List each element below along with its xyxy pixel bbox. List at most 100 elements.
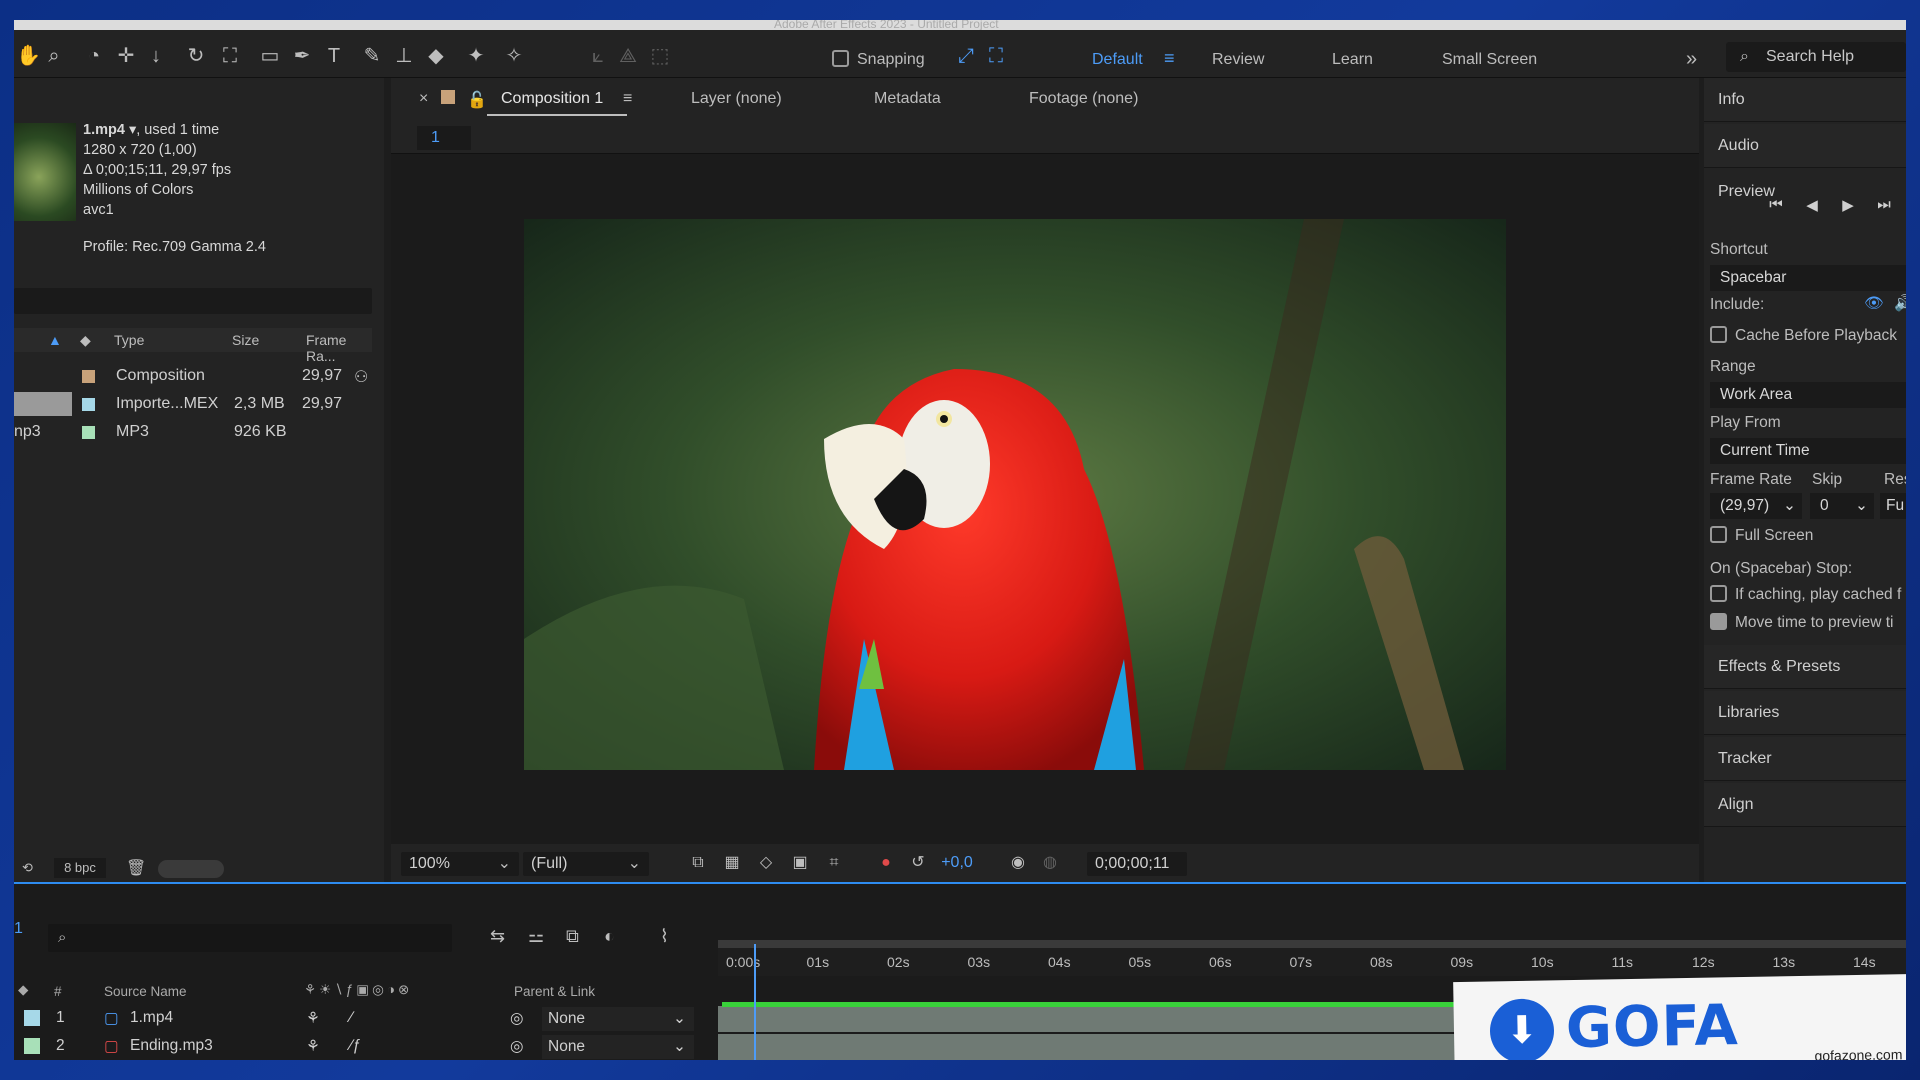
snapshot-icon[interactable]: ◉ <box>1007 852 1029 874</box>
label-swatch[interactable] <box>82 398 95 411</box>
tab-layer[interactable]: Layer (none) <box>691 90 782 108</box>
search-help-field[interactable]: ⌕ Search Help <box>1726 42 1906 72</box>
workspace-review[interactable]: Review <box>1212 51 1264 69</box>
axis-local-icon[interactable]: ⟀ <box>586 44 610 68</box>
previous-frame-icon[interactable]: ◀ <box>1802 196 1822 216</box>
play-icon[interactable]: ▶ <box>1838 196 1858 216</box>
snap-features-icon[interactable]: ⛶ <box>984 44 1008 68</box>
project-item-row[interactable]: np3 MP3 926 KB <box>14 418 364 446</box>
label-swatch[interactable] <box>24 1010 40 1026</box>
shy-switch-icon[interactable]: ⚘ <box>306 1037 320 1056</box>
time-ruler[interactable]: 0:00s 01s 02s 03s 04s 05s 06s 07s 08s 09s 10s 11s 12… <box>718 940 1906 976</box>
next-frame-icon[interactable]: ⏭ <box>1874 196 1894 216</box>
project-search-input[interactable] <box>14 288 372 314</box>
shy-layers-icon[interactable]: ⧉ <box>566 926 579 947</box>
draft-3d-icon[interactable]: ⚍ <box>528 926 544 947</box>
info-panel-header[interactable]: Info <box>1704 78 1906 122</box>
frame-blending-icon[interactable]: ◐ <box>604 926 615 947</box>
anchor-tool-icon[interactable]: ⛶ <box>218 44 242 68</box>
pen-tool-icon[interactable]: ✒ <box>290 44 314 68</box>
shy-switch-icon[interactable]: ⚘ <box>306 1009 320 1028</box>
grid-guides-icon[interactable]: ⌗ <box>823 852 845 874</box>
libraries-header[interactable]: Libraries <box>1704 691 1906 735</box>
current-timecode[interactable]: 0;00;00;11 <box>1087 852 1187 876</box>
quality-switch-icon[interactable]: ∕ƒ <box>350 1037 361 1055</box>
rectangle-tool-icon[interactable]: ▭ <box>258 44 282 68</box>
column-type[interactable]: Type <box>114 332 144 348</box>
exposure-value[interactable]: +0,0 <box>937 852 977 874</box>
pan-tool-icon[interactable]: ✛ <box>114 44 138 68</box>
audio-panel-header[interactable]: Audio <box>1704 124 1906 168</box>
if-caching-checkbox[interactable] <box>1710 585 1727 602</box>
playhead[interactable] <box>754 944 756 1060</box>
label-tag-icon[interactable]: ◆ <box>18 982 28 998</box>
move-time-option[interactable]: Move time to preview ti <box>1710 613 1894 632</box>
pick-whip-icon[interactable]: ◎ <box>510 1009 524 1028</box>
clone-stamp-tool-icon[interactable]: ⊥ <box>392 44 416 68</box>
zoom-select[interactable]: 100% ⌄ <box>401 852 519 876</box>
region-of-interest-icon[interactable]: ▣ <box>789 852 811 874</box>
tracker-header[interactable]: Tracker <box>1704 737 1906 781</box>
play-from-select[interactable]: Current Time <box>1710 438 1906 464</box>
close-tab-icon[interactable]: × <box>419 90 428 108</box>
eraser-tool-icon[interactable]: ◆ <box>424 44 448 68</box>
thumbnail-slider[interactable] <box>158 860 224 878</box>
column-size[interactable]: Size <box>232 332 259 348</box>
bit-depth-button[interactable]: 8 bpc <box>54 858 106 878</box>
label-swatch[interactable] <box>82 426 95 439</box>
tab-composition[interactable]: Composition 1 <box>501 90 603 108</box>
align-header[interactable]: Align <box>1704 783 1906 827</box>
tab-footage[interactable]: Footage (none) <box>1029 90 1138 108</box>
reset-exposure-icon[interactable]: ↺ <box>907 852 929 874</box>
zoom-tool-icon[interactable]: ⌕ <box>42 44 66 68</box>
switches-icon[interactable]: ⚘☀∖ƒ▣◎◑⊗ <box>304 982 412 998</box>
label-tag-icon[interactable]: ◆ <box>80 332 91 349</box>
cache-before-playback[interactable]: Cache Before Playback <box>1710 326 1897 345</box>
hand-tool-icon[interactable]: ✋ <box>16 44 41 68</box>
sort-ascending-icon[interactable]: ▲ <box>48 332 62 348</box>
axis-world-icon[interactable]: ⟁ <box>616 44 640 68</box>
project-item-row[interactable]: Composition 29,97 ⚇ <box>14 362 368 390</box>
snapping-checkbox[interactable] <box>832 50 849 67</box>
comp-navigator-tab[interactable]: 1 <box>417 126 471 150</box>
cache-checkbox[interactable] <box>1710 326 1727 343</box>
puppet-pin-tool-icon[interactable]: ✧ <box>502 44 526 68</box>
range-select[interactable]: Work Area <box>1710 382 1906 408</box>
show-snapshot-icon[interactable]: ◍ <box>1039 852 1061 874</box>
label-swatch[interactable] <box>82 370 95 383</box>
channel-icon[interactable]: ● <box>875 852 897 874</box>
comp-mini-flowchart-icon[interactable]: ⇆ <box>490 926 505 947</box>
full-screen-option[interactable]: Full Screen <box>1710 526 1813 545</box>
quality-switch-icon[interactable]: ∕ <box>350 1009 353 1027</box>
more-workspaces-icon[interactable]: » <box>1686 48 1697 71</box>
column-parent-link[interactable]: Parent & Link <box>514 984 595 999</box>
frame-rate-select[interactable]: (29,97) ⌄ <box>1710 493 1802 519</box>
first-frame-icon[interactable]: ⏮ <box>1766 196 1786 216</box>
fast-previews-icon[interactable]: ⧉ <box>687 852 709 874</box>
layer-name[interactable]: Ending.mp3 <box>130 1037 213 1055</box>
workspace-small-screen[interactable]: Small Screen <box>1442 51 1537 69</box>
parent-select[interactable]: None ⌄ <box>542 1035 694 1059</box>
composition-viewer[interactable] <box>524 219 1506 770</box>
interpret-footage-icon[interactable]: ⟲ <box>22 860 33 876</box>
column-source-name[interactable]: Source Name <box>104 984 187 999</box>
type-tool-icon[interactable]: T <box>322 44 346 68</box>
column-frame-rate[interactable]: Frame Ra... <box>306 332 372 364</box>
resolution-preview-select[interactable]: Fu <box>1880 493 1906 519</box>
timeline-search-input[interactable]: ⌕ <box>48 924 452 952</box>
tab-menu-icon[interactable]: ≡ <box>623 90 632 108</box>
move-time-checkbox[interactable] <box>1710 613 1727 630</box>
mask-visibility-icon[interactable]: ◇ <box>755 852 777 874</box>
layer-name[interactable]: 1.mp4 <box>130 1009 173 1027</box>
layer-row[interactable]: 1 ▢ 1.mp4 ⚘ ∕ ◎ None ⌄ <box>14 1006 714 1032</box>
workspace-learn[interactable]: Learn <box>1332 51 1373 69</box>
full-screen-checkbox[interactable] <box>1710 526 1727 543</box>
effects-presets-header[interactable]: Effects & Presets <box>1704 645 1906 689</box>
brush-tool-icon[interactable]: ✎ <box>360 44 384 68</box>
axis-view-icon[interactable]: ⬚ <box>648 44 672 68</box>
workspace-default[interactable]: Default <box>1092 51 1143 69</box>
layer-row[interactable]: 2 ▢ Ending.mp3 ⚘ ∕ƒ ◎ None ⌄ <box>14 1034 714 1060</box>
lock-icon[interactable]: 🔓 <box>467 90 487 110</box>
snapping-toggle[interactable]: Snapping <box>832 50 925 69</box>
trash-icon[interactable]: 🗑 <box>126 858 146 878</box>
